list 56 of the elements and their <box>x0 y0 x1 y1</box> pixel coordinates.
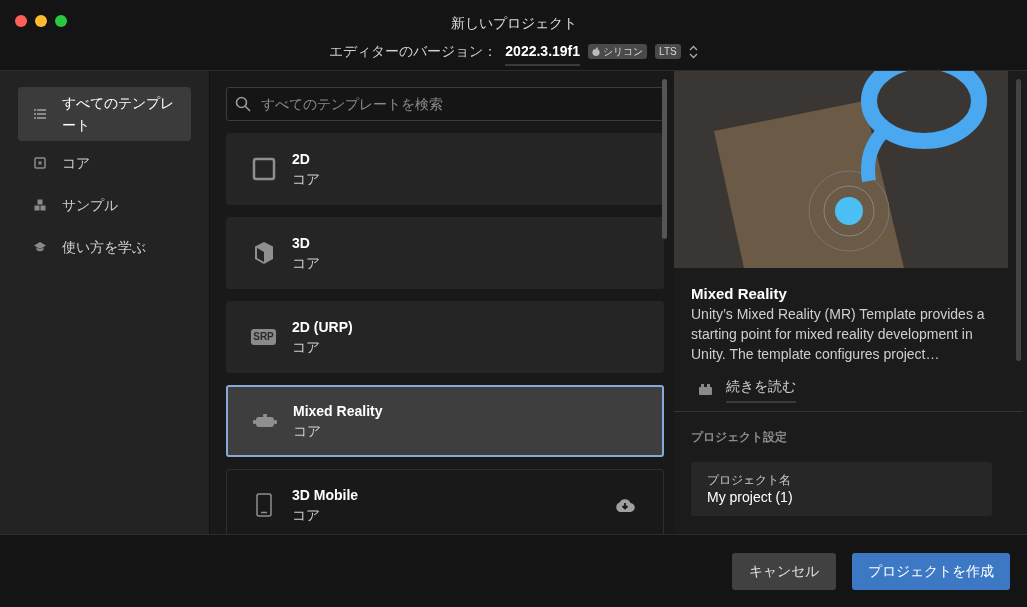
package-icon <box>699 384 712 395</box>
field-value: My project (1) <box>707 488 794 506</box>
sidebar-item-label: 使い方を学ぶ <box>62 238 146 257</box>
template-category: コア <box>292 170 321 189</box>
scrollbar[interactable] <box>662 79 667 239</box>
badge-text: LTS <box>659 45 677 59</box>
template-category: コア <box>292 254 321 273</box>
template-name: 3D <box>292 234 311 253</box>
sidebar-item[interactable]: コア <box>18 143 191 183</box>
template-category: コア <box>292 506 321 525</box>
template-name: Mixed Reality <box>293 402 384 421</box>
sidebar-item[interactable]: 使い方を学ぶ <box>18 227 191 267</box>
sidebar-item[interactable]: サンプル <box>18 185 191 225</box>
square-icon <box>251 157 276 181</box>
field-label: プロジェクト名 <box>707 472 792 488</box>
sidebar-item[interactable]: すべてのテンプレート <box>18 87 191 141</box>
sidebar-item-label: すべてのテンプレート <box>62 94 175 135</box>
version-selector[interactable]: 2022.3.19f1 <box>505 41 581 66</box>
cancel-button[interactable]: キャンセル <box>732 552 836 590</box>
sidebar-item-label: コア <box>62 154 90 173</box>
search-field[interactable]: すべてのテンプレートを検索 <box>226 87 664 121</box>
cube-icon <box>253 241 274 265</box>
template-category: コア <box>293 422 322 441</box>
sidebar-item-label: サンプル <box>62 196 118 215</box>
up-down-chevron-icon[interactable] <box>688 44 698 59</box>
template-card[interactable]: Mixed Reality コア <box>226 385 664 457</box>
minimize-button[interactable] <box>35 15 47 27</box>
template-name: 3D Mobile <box>292 486 360 505</box>
template-card[interactable]: 2D コア <box>226 133 664 205</box>
zoom-button[interactable] <box>55 15 67 27</box>
scrollbar[interactable] <box>1016 79 1021 361</box>
phone-icon <box>255 493 272 517</box>
srp-badge: SRP <box>251 329 276 345</box>
graduation-cap-icon <box>34 241 46 253</box>
template-card[interactable]: 3D コア <box>226 217 664 289</box>
project-name-field[interactable]: プロジェクト名 My project (1) <box>691 462 992 516</box>
version-label: エディターのバージョン： <box>329 42 498 61</box>
window-title: 新しいプロジェクト <box>450 14 577 33</box>
template-description: Unity’s Mixed Reality (MR) Template provides a starting point for mixed reality development in Unity. The template configures project… <box>691 305 986 364</box>
template-card[interactable]: SRP 2D (URP) コア <box>226 301 664 373</box>
template-name: 2D <box>292 150 311 169</box>
blocks-icon <box>34 199 46 211</box>
list-icon <box>34 108 46 120</box>
search-icon <box>235 96 251 112</box>
template-category: コア <box>292 338 321 357</box>
badge-text: シリコン <box>603 45 644 59</box>
cloud-download-icon[interactable] <box>615 498 635 512</box>
template-card[interactable]: 3D Mobile コア <box>226 469 664 534</box>
apple-icon <box>592 47 601 56</box>
template-name: 2D (URP) <box>292 318 354 337</box>
vr-headset-icon <box>252 413 277 429</box>
create-project-button[interactable]: プロジェクトを作成 <box>852 552 1010 590</box>
section-heading: プロジェクト設定 <box>691 429 788 446</box>
close-button[interactable] <box>15 15 27 27</box>
read-more-link[interactable]: 続きを読む <box>726 376 796 403</box>
template-title: Mixed Reality <box>691 284 788 304</box>
